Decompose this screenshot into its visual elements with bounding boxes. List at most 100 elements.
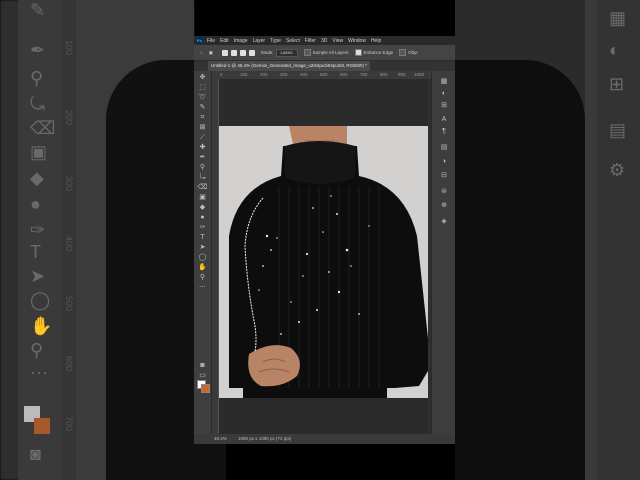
menu-view[interactable]: View <box>332 38 343 44</box>
bg-panel-icon: ▦ <box>609 8 627 28</box>
object-subtract-checkbox[interactable] <box>399 49 407 56</box>
ruler-tick: 0 <box>220 72 223 77</box>
menu-type[interactable]: Type <box>270 38 281 44</box>
blur-tool-icon[interactable]: ◆ <box>197 203 208 212</box>
menu-select[interactable]: Select <box>286 38 300 44</box>
document-info: 1080 px x 1350 px (72 ppi) <box>238 436 292 441</box>
background-toolbar: ✎ ✒ ⚲ ⤿ ⌫ ▣ ◆ ● ✑ T ➤ ◯ ✋ ⚲ ··· ◙ <box>18 0 62 480</box>
pen-tool-icon[interactable]: ✑ <box>197 223 208 232</box>
bg-eraser-icon: ⌫ <box>30 118 56 138</box>
channels-panel-icon[interactable]: ⊜ <box>438 187 450 196</box>
menu-edit[interactable]: Edit <box>220 38 229 44</box>
brush-tool-icon[interactable]: ✒ <box>197 153 208 162</box>
bg-dodge-icon: ● <box>30 194 41 214</box>
ruler-tick: 200 <box>260 72 268 77</box>
eraser-tool-icon[interactable]: ⌫ <box>197 183 208 192</box>
layers-panel-icon[interactable]: ◈ <box>438 217 450 226</box>
canvas-workspace[interactable] <box>219 79 430 434</box>
clone-stamp-tool-icon[interactable]: ⚲ <box>197 163 208 172</box>
frame-tool-icon[interactable]: ⊠ <box>197 123 208 132</box>
bg-brush-icon: ✒ <box>30 40 46 60</box>
intersect-selection-button[interactable] <box>248 49 255 56</box>
object-subtract-option[interactable]: Obje <box>399 49 418 56</box>
photoshop-logo: Ps <box>196 37 203 44</box>
quick-select-tool-icon[interactable]: ✎ <box>197 103 208 112</box>
background-sweater-right <box>455 60 585 480</box>
character-panel-icon[interactable]: A <box>438 115 450 124</box>
bg-ruler-number: 300 <box>64 176 74 192</box>
zoom-tool-icon[interactable]: ⚲ <box>197 273 208 282</box>
new-selection-button[interactable] <box>221 49 228 56</box>
more-tools-icon[interactable]: ⋯ <box>197 283 208 292</box>
screen-mode-icon[interactable]: ▭ <box>197 371 208 380</box>
properties-panel-icon[interactable]: ▤ <box>438 143 450 152</box>
crop-tool-icon[interactable]: ⌗ <box>197 113 208 122</box>
background-color-swatch[interactable] <box>201 384 210 393</box>
history-panel-icon[interactable]: ▦ <box>438 77 450 86</box>
document-canvas[interactable] <box>219 126 430 398</box>
path-selection-tool-icon[interactable]: ➤ <box>197 243 208 252</box>
sample-all-layers-checkbox[interactable] <box>303 49 311 56</box>
bg-more-icon: ··· <box>30 362 48 382</box>
type-tool-icon[interactable]: T <box>197 233 208 242</box>
bg-ruler-number: 200 <box>64 110 74 126</box>
bg-background-swatch <box>34 418 50 434</box>
ruler-tick: 600 <box>340 72 348 77</box>
move-tool-icon[interactable]: ✥ <box>197 73 208 82</box>
bg-path-select-icon: ➤ <box>30 266 46 286</box>
subtract-selection-button[interactable] <box>239 49 246 56</box>
right-panel-dock: ▦ ◐ ⊞ A ¶ ▤ ◑ ⊟ ⊜ ⊕ ◈ <box>431 71 455 444</box>
mode-select[interactable]: Lasso <box>275 48 298 57</box>
bg-panel-icon: ◐ <box>609 40 620 60</box>
paragraph-panel-icon[interactable]: ¶ <box>438 127 450 136</box>
bg-ruler-number: 600 <box>64 356 74 372</box>
background-scrollbar <box>585 0 597 480</box>
quick-mask-icon[interactable]: ◙ <box>197 361 208 370</box>
add-selection-button[interactable] <box>230 49 237 56</box>
ruler-tick: 400 <box>300 72 308 77</box>
enhance-edge-option[interactable]: Enhance Edge <box>354 49 393 56</box>
bg-panel-icon: ▤ <box>609 120 627 140</box>
sample-all-layers-label: Sample All Layers <box>312 50 349 55</box>
mode-label: Mode: <box>260 50 274 55</box>
mode-group: Mode: Lasso <box>260 48 298 57</box>
paths-panel-icon[interactable]: ⊕ <box>438 201 450 210</box>
swatches-panel-icon[interactable]: ⊞ <box>438 101 450 110</box>
menu-filter[interactable]: Filter <box>305 38 316 44</box>
menu-layer[interactable]: Layer <box>253 38 266 44</box>
selection-mode-group <box>219 49 255 56</box>
tool-preset-icon[interactable]: ▣ <box>209 50 213 56</box>
menu-image[interactable]: Image <box>234 38 248 44</box>
home-icon[interactable]: ⌂ <box>200 50 203 55</box>
ruler-tick: 1000 <box>414 72 425 77</box>
menu-help[interactable]: Help <box>371 38 381 44</box>
hand-tool-icon[interactable]: ✋ <box>197 263 208 272</box>
ruler-tick: 900 <box>398 72 406 77</box>
document-tab[interactable]: Untitled-1 @ 48.4% (Gemini_Generated_Ima… <box>208 61 370 71</box>
libraries-panel-icon[interactable]: ⊟ <box>438 171 450 180</box>
bg-pen-icon: ✑ <box>30 220 46 240</box>
bg-panel-icon: ⚙ <box>609 160 626 180</box>
gradient-tool-icon[interactable]: ▣ <box>197 193 208 202</box>
options-bar: ⌂ ▣ Mode: Lasso Sample All Layers Enhanc… <box>194 45 455 61</box>
adjustments-panel-icon[interactable]: ◑ <box>438 157 450 166</box>
zoom-level[interactable]: 48.4% <box>214 434 227 444</box>
marquee-tool-icon[interactable]: ⬚ <box>197 83 208 92</box>
ruler-tick: 700 <box>360 72 368 77</box>
vertical-ruler <box>212 79 219 434</box>
enhance-edge-checkbox[interactable] <box>354 49 362 56</box>
color-panel-icon[interactable]: ◐ <box>438 89 450 98</box>
eyedropper-tool-icon[interactable]: ⟋ <box>197 133 208 142</box>
menu-window[interactable]: Window <box>348 38 366 44</box>
healing-brush-tool-icon[interactable]: ✚ <box>197 143 208 152</box>
menu-3d[interactable]: 3D <box>321 38 327 44</box>
ellipse-tool-icon[interactable]: ◯ <box>197 253 208 262</box>
sample-all-layers-option[interactable]: Sample All Layers <box>303 49 349 56</box>
menu-file[interactable]: File <box>207 38 215 44</box>
ruler-tick: 500 <box>320 72 328 77</box>
dodge-tool-icon[interactable]: ● <box>197 213 208 222</box>
lasso-tool-icon[interactable]: ➰ <box>197 93 208 102</box>
bg-quickmask-icon: ◙ <box>30 444 41 464</box>
ruler-tick: 100 <box>240 72 248 77</box>
history-brush-tool-icon[interactable]: ⤿ <box>197 173 208 182</box>
